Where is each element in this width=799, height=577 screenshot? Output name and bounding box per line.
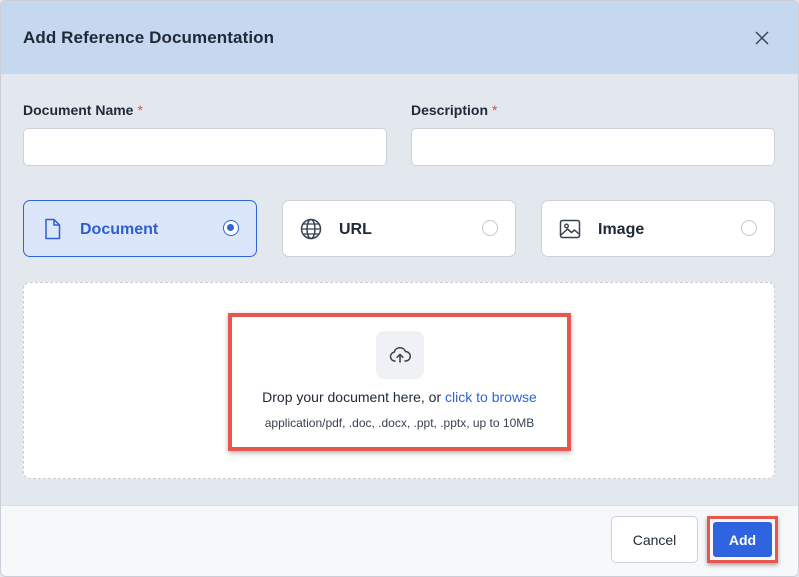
required-marker: * [137, 102, 143, 118]
close-icon [755, 31, 769, 45]
accepted-formats-hint: application/pdf, .doc, .docx, .ppt, .ppt… [264, 416, 535, 430]
file-icon [45, 218, 61, 240]
type-option-label: URL [339, 221, 372, 238]
document-name-label: Document Name * [23, 102, 143, 118]
type-option-image[interactable]: Image [541, 200, 775, 257]
upload-icon-container [376, 331, 424, 379]
add-button[interactable]: Add [713, 522, 772, 557]
drop-instructions: Drop your document here, or click to bro… [1, 389, 798, 405]
type-option-label: Image [598, 221, 645, 238]
close-button[interactable] [751, 27, 773, 49]
radio-image[interactable] [741, 220, 757, 236]
required-marker: * [492, 102, 498, 118]
dialog-header: Add Reference Documentation [1, 1, 798, 74]
type-option-document[interactable]: Document [23, 200, 257, 257]
drop-text: Drop your document here, or [262, 389, 442, 405]
cloud-upload-icon [389, 346, 411, 363]
type-option-label: Document [80, 221, 159, 238]
type-option-url[interactable]: URL [282, 200, 516, 257]
globe-icon [300, 218, 322, 240]
description-input[interactable] [411, 128, 775, 166]
add-reference-dialog: Add Reference Documentation Document Nam… [0, 0, 799, 577]
add-button-highlight: Add [707, 516, 778, 563]
description-label-text: Description [411, 102, 489, 118]
dialog-title: Add Reference Documentation [23, 28, 275, 47]
document-name-input[interactable] [23, 128, 387, 166]
radio-url[interactable] [482, 220, 498, 236]
radio-document[interactable] [223, 220, 239, 236]
document-name-label-text: Document Name [23, 102, 134, 118]
description-label: Description * [411, 102, 497, 118]
browse-link[interactable]: click to browse [445, 389, 537, 405]
image-icon [559, 219, 581, 239]
cancel-button[interactable]: Cancel [611, 516, 698, 563]
